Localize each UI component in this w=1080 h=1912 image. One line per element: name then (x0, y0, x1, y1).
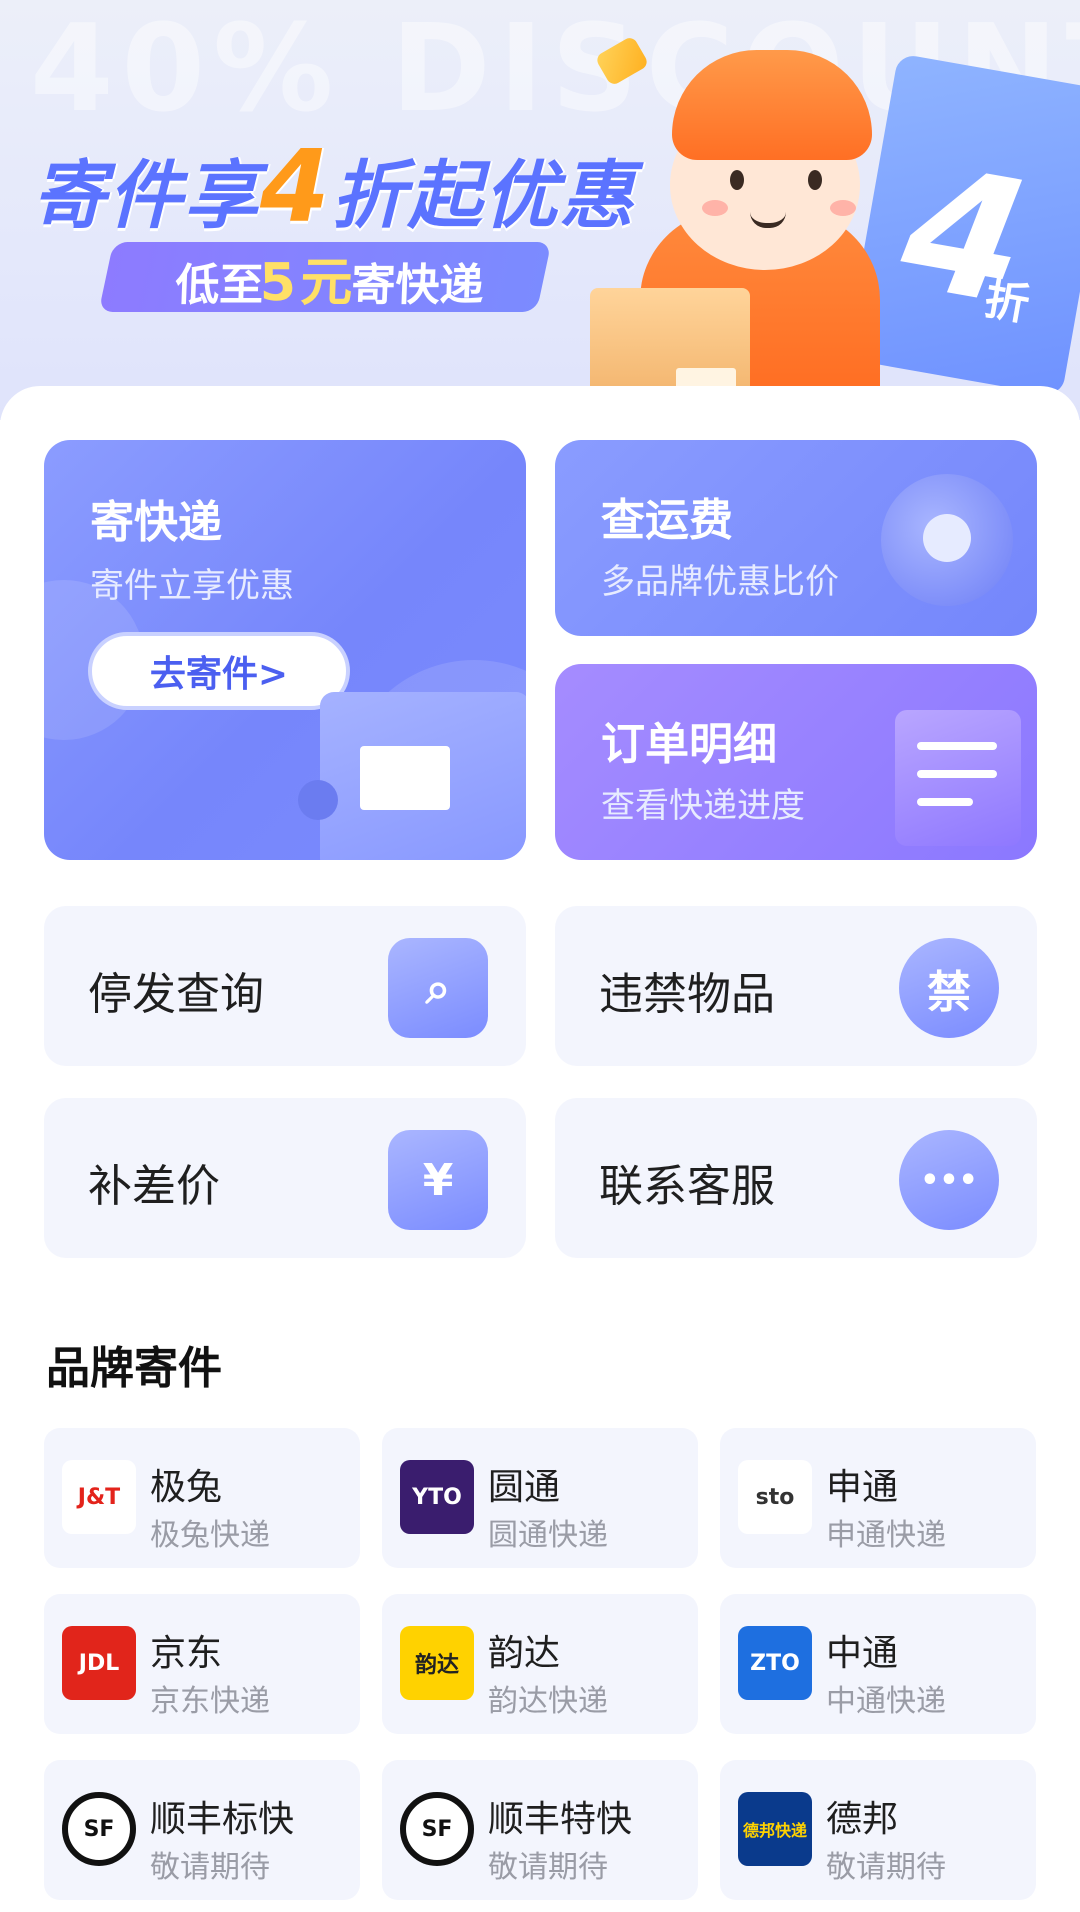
brand-name: 顺丰标快 (150, 1799, 295, 1840)
magnifier-icon (881, 474, 1013, 606)
ticket-unit: 折 (980, 273, 1034, 332)
send-express-title: 寄快递 (90, 497, 222, 548)
brand-logo-icon: SF (400, 1792, 474, 1866)
check-freight-desc: 多品牌优惠比价 (601, 562, 839, 602)
brand-logo-icon: J&T (62, 1460, 136, 1534)
tile-prohibited-items[interactable]: 违禁物品 禁 (555, 906, 1037, 1066)
brand-logo-icon: JDL (62, 1626, 136, 1700)
brand-subtitle: 敬请期待 (488, 1850, 608, 1885)
brand-subtitle: 京东快递 (150, 1684, 270, 1719)
order-details-card[interactable]: 订单明细 查看快递进度 (555, 664, 1037, 860)
package-box-icon (320, 692, 526, 860)
banner-subtitle: 低至5元寄快递 (98, 242, 552, 313)
brands-section-title: 品牌寄件 (46, 1343, 222, 1394)
send-express-desc: 寄件立享优惠 (90, 566, 294, 606)
banner-title: 寄件享4折起优惠 (32, 128, 636, 245)
brand-card[interactable]: sto 申通申通快递 (720, 1428, 1036, 1568)
brand-subtitle: 韵达快递 (488, 1684, 608, 1719)
brand-card[interactable]: ZTO 中通中通快递 (720, 1594, 1036, 1734)
brand-name: 申通 (826, 1467, 899, 1508)
brand-subtitle: 中通快递 (826, 1684, 946, 1719)
tile-label: 违禁物品 (599, 969, 775, 1020)
brand-subtitle: 敬请期待 (150, 1850, 270, 1885)
check-freight-card[interactable]: 查运费 多品牌优惠比价 (555, 440, 1037, 636)
tile-label: 停发查询 (88, 969, 264, 1020)
chat-bubble-icon: ••• (899, 1130, 999, 1230)
tile-customer-service[interactable]: 联系客服 ••• (555, 1098, 1037, 1258)
prohibited-icon: 禁 (899, 938, 999, 1038)
courier-mascot (590, 20, 910, 410)
send-express-card[interactable]: 寄快递 寄件立享优惠 去寄件> (44, 440, 526, 860)
brand-logo-icon: 韵达 (400, 1626, 474, 1700)
brand-card[interactable]: JDL 京东京东快递 (44, 1594, 360, 1734)
tile-price-difference[interactable]: 补差价 ¥ (44, 1098, 526, 1258)
tile-label: 补差价 (88, 1161, 220, 1212)
brand-logo-icon: SF (62, 1792, 136, 1866)
yuan-clipboard-icon: ¥ (388, 1130, 488, 1230)
brand-logo-icon: ZTO (738, 1626, 812, 1700)
brand-name: 顺丰特快 (488, 1799, 633, 1840)
brand-subtitle: 申通快递 (826, 1518, 946, 1553)
brand-name: 京东 (150, 1633, 223, 1674)
order-details-title: 订单明细 (601, 719, 777, 770)
brand-logo-icon: sto (738, 1460, 812, 1534)
check-freight-title: 查运费 (601, 495, 733, 546)
promo-banner[interactable]: 40% DISCOUNT 4 折 寄件享4折起优惠 低至5元寄快递 (0, 0, 1080, 420)
brand-subtitle: 极兔快递 (150, 1518, 270, 1553)
brand-card[interactable]: J&T 极兔极兔快递 (44, 1428, 360, 1568)
document-icon (895, 710, 1021, 846)
brand-name: 圆通 (488, 1467, 561, 1508)
brand-card[interactable]: 德邦快递 德邦敬请期待 (720, 1760, 1036, 1900)
brand-name: 韵达 (488, 1633, 561, 1674)
go-send-button[interactable]: 去寄件> (88, 632, 350, 710)
brand-card[interactable]: 韵达 韵达 韵达快递 (382, 1594, 698, 1734)
brand-card[interactable]: SF 顺丰特快敬请期待 (382, 1760, 698, 1900)
brand-logo-icon: YTO (400, 1460, 474, 1534)
brand-card[interactable]: YTO 圆通圆通快递 (382, 1428, 698, 1568)
brand-name: 中通 (826, 1633, 899, 1674)
tile-label: 联系客服 (599, 1161, 775, 1212)
search-box-icon: ⌕ (388, 938, 488, 1038)
brand-subtitle: 圆通快递 (488, 1518, 608, 1553)
brand-name: 德邦 (826, 1799, 899, 1840)
order-details-desc: 查看快递进度 (601, 786, 805, 826)
tile-suspended-query[interactable]: 停发查询 ⌕ (44, 906, 526, 1066)
brand-name: 极兔 (150, 1467, 223, 1508)
brand-logo-icon: 德邦快递 (738, 1792, 812, 1866)
brand-subtitle: 敬请期待 (826, 1850, 946, 1885)
brand-card[interactable]: SF 顺丰标快敬请期待 (44, 1760, 360, 1900)
